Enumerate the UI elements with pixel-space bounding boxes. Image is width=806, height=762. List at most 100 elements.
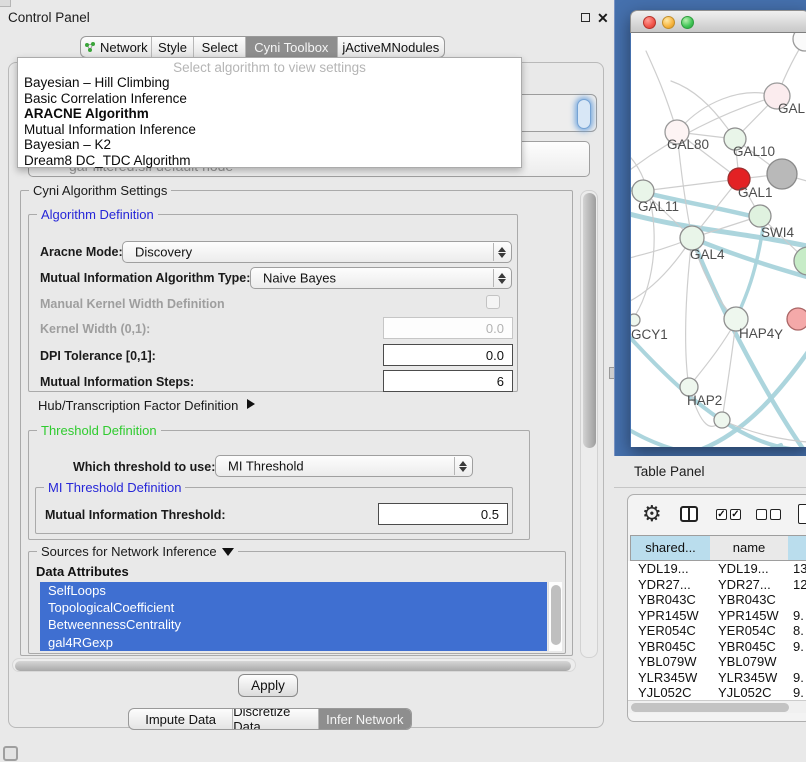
- network-canvas[interactable]: GALGAL80GAL10GAL1GAL11SWI4GAL4GCY1HAP4YH…: [631, 33, 806, 447]
- collapse-down-icon[interactable]: [222, 548, 234, 556]
- which-threshold-value: MI Threshold: [228, 459, 304, 474]
- table-cell: YJL052C: [718, 685, 771, 700]
- apply-button[interactable]: Apply: [238, 674, 298, 697]
- column-header-partial[interactable]: [788, 535, 806, 561]
- network-window: GALGAL80GAL10GAL1GAL11SWI4GAL4GCY1HAP4YH…: [630, 10, 806, 447]
- select-all-checks[interactable]: ✓ ✓: [716, 509, 741, 520]
- node-label: HAP4: [739, 326, 774, 341]
- algorithm-dropdown-popup: Select algorithm to view settings Bayesi…: [17, 57, 522, 168]
- manual-kernel-checkbox[interactable]: [486, 295, 500, 309]
- table-row[interactable]: YER054CYER054C8.: [628, 623, 806, 639]
- tab-discretize-data[interactable]: Discretize Data: [232, 709, 317, 729]
- minimize-window-icon[interactable]: [662, 16, 675, 29]
- tab-style[interactable]: Style: [151, 37, 194, 57]
- algorithm-definition-title: Algorithm Definition: [37, 207, 158, 222]
- tab-jactivemnodules[interactable]: jActiveMNodules: [337, 37, 444, 57]
- close-window-icon[interactable]: [643, 16, 656, 29]
- float-icon[interactable]: [581, 13, 590, 22]
- dpi-tolerance-label: DPI Tolerance [0,1]:: [40, 349, 156, 363]
- table-row[interactable]: YJL052CYJL052C9.: [628, 685, 806, 700]
- tab-discretize-data-label: Discretize Data: [233, 708, 317, 730]
- algorithm-option[interactable]: ARACNE Algorithm: [18, 106, 521, 122]
- table-cell: YBR043C: [718, 592, 776, 607]
- control-panel-tabbar: Network Style Select Cyni Toolbox jActiv…: [80, 36, 445, 58]
- table-cell: YBL079W: [638, 654, 697, 669]
- tab-select-label: Select: [202, 40, 238, 55]
- tab-infer-network[interactable]: Infer Network: [318, 709, 411, 729]
- combobox-focus-button[interactable]: [577, 99, 591, 129]
- network-window-titlebar[interactable]: [630, 10, 806, 33]
- settings-horizontal-scrollbar[interactable]: [12, 658, 576, 672]
- scrollbar-thumb[interactable]: [551, 585, 561, 645]
- tab-style-label: Style: [158, 40, 187, 55]
- zoom-window-icon[interactable]: [681, 16, 694, 29]
- divider: [614, 487, 806, 488]
- tab-network[interactable]: Network: [81, 37, 151, 57]
- table-body: YDL19...YDL19...13YDR27...YDR27...12YBR0…: [628, 561, 806, 700]
- scrollbar-thumb[interactable]: [15, 661, 571, 671]
- table-row[interactable]: YBR045CYBR045C9.: [628, 639, 806, 655]
- table-cell: YDL19...: [638, 561, 689, 576]
- checkbox-checked-icon: ✓: [730, 509, 741, 520]
- table-cell: YDR27...: [718, 577, 771, 592]
- table-cell: 13: [793, 561, 806, 576]
- mi-steps-label: Mutual Information Steps:: [40, 375, 194, 389]
- checkbox-checked-icon: ✓: [716, 509, 727, 520]
- deselect-all-checks[interactable]: [756, 509, 781, 520]
- manual-kernel-label: Manual Kernel Width Definition: [40, 297, 225, 311]
- expand-right-icon[interactable]: [247, 399, 255, 409]
- aracne-mode-label: Aracne Mode:: [40, 245, 123, 259]
- table-row[interactable]: YPR145WYPR145W9.: [628, 608, 806, 624]
- attribute-item[interactable]: gal4RGexp: [40, 634, 547, 651]
- which-threshold-label: Which threshold to use:: [73, 460, 215, 474]
- mi-algorithm-label: Mutual Information Algorithm Type:: [40, 271, 250, 285]
- node-label: GCY1: [631, 327, 668, 342]
- mi-threshold-field[interactable]: 0.5: [378, 503, 508, 525]
- stepper-icon: [493, 269, 510, 287]
- attribute-item[interactable]: BetweennessCentrality: [40, 616, 547, 633]
- columns-icon[interactable]: [680, 506, 698, 522]
- table-header: shared... name: [628, 535, 806, 561]
- page-icon[interactable]: [798, 504, 806, 524]
- table-row[interactable]: YDR27...YDR27...12: [628, 577, 806, 593]
- settings-vertical-scrollbar[interactable]: [580, 190, 598, 658]
- close-icon[interactable]: ✕: [597, 11, 609, 25]
- stepper-icon: [454, 457, 471, 475]
- aracne-mode-combobox[interactable]: Discovery: [122, 241, 512, 263]
- mi-steps-field[interactable]: 6: [383, 370, 513, 392]
- table-cell: YER054C: [638, 623, 696, 638]
- table-row[interactable]: YBL079WYBL079W: [628, 654, 806, 670]
- table-cell: 9.: [793, 670, 804, 685]
- algorithm-option[interactable]: Mutual Information Inference: [18, 122, 521, 138]
- dpi-tolerance-field[interactable]: 0.0: [383, 344, 513, 366]
- table-row[interactable]: YBR043CYBR043C: [628, 592, 806, 608]
- tab-cyni-toolbox[interactable]: Cyni Toolbox: [245, 37, 337, 57]
- tab-impute-data[interactable]: Impute Data: [129, 709, 232, 729]
- algorithm-list: Bayesian – Hill ClimbingBasic Correlatio…: [18, 75, 521, 169]
- column-header-shared[interactable]: shared...: [630, 535, 711, 561]
- gear-icon[interactable]: ⚙: [642, 503, 662, 525]
- attribute-item[interactable]: SelfLoops: [40, 582, 547, 599]
- attribute-item[interactable]: TopologicalCoefficient: [40, 599, 547, 616]
- data-attributes-list[interactable]: SelfLoopsTopologicalCoefficientBetweenne…: [40, 582, 547, 651]
- algorithm-placeholder: Select algorithm to view settings: [18, 58, 521, 75]
- tab-select[interactable]: Select: [193, 37, 245, 57]
- minimized-panel-icon[interactable]: [3, 746, 18, 761]
- algorithm-option[interactable]: Dream8 DC_TDC Algorithm: [18, 153, 521, 169]
- column-header-name[interactable]: name: [710, 535, 789, 561]
- kernel-width-field[interactable]: 0.0: [383, 317, 513, 339]
- scrollbar-thumb[interactable]: [631, 703, 789, 712]
- scrollbar-thumb[interactable]: [583, 193, 596, 448]
- algorithm-option[interactable]: Basic Correlation Inference: [18, 91, 521, 107]
- algorithm-option[interactable]: Bayesian – Hill Climbing: [18, 75, 521, 91]
- table-row[interactable]: YLR345WYLR345W9.: [628, 670, 806, 686]
- tab-impute-data-label: Impute Data: [145, 712, 216, 727]
- table-toolbar: ⚙ ✓ ✓: [628, 495, 806, 535]
- which-threshold-combobox[interactable]: MI Threshold: [215, 455, 473, 477]
- table-row[interactable]: YDL19...YDL19...13: [628, 561, 806, 577]
- table-cell: 9.: [793, 608, 804, 623]
- attributes-list-scrollbar[interactable]: [548, 582, 562, 651]
- mi-algorithm-combobox[interactable]: Naive Bayes: [250, 267, 512, 289]
- algorithm-option[interactable]: Bayesian – K2: [18, 137, 521, 153]
- table-horizontal-scrollbar[interactable]: [628, 700, 806, 713]
